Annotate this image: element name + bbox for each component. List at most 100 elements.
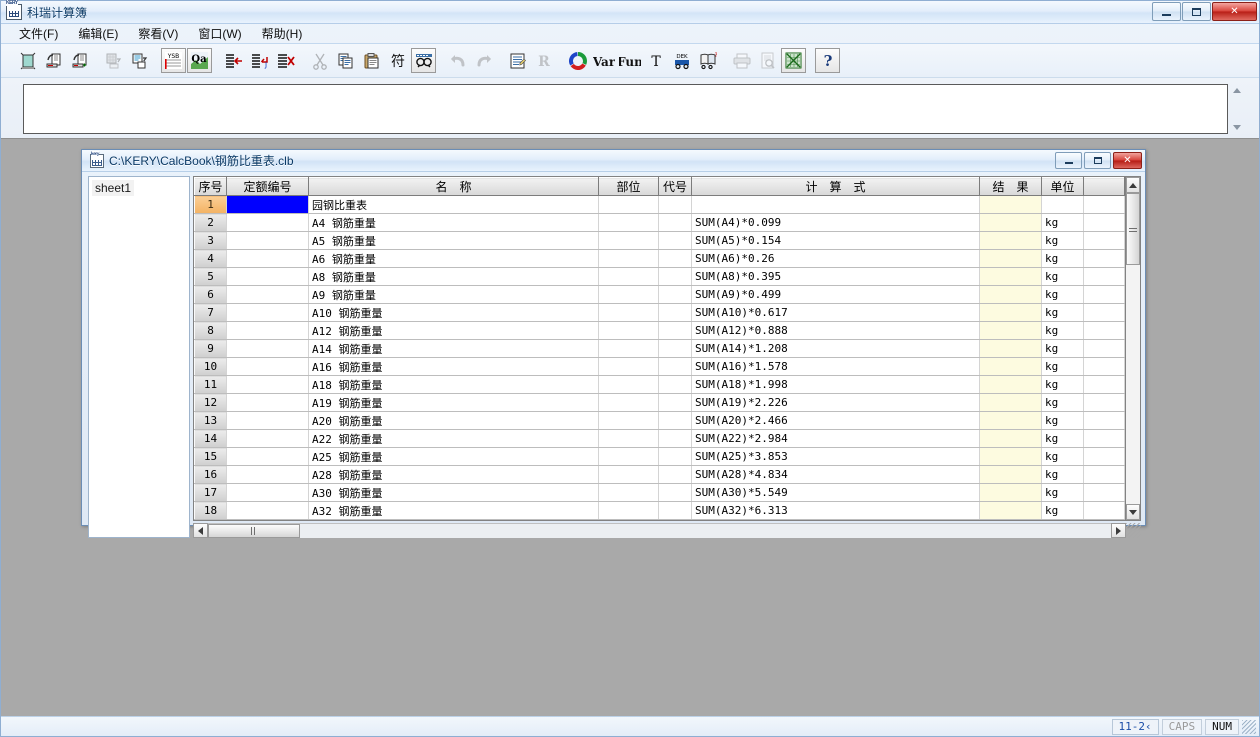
ysb-quota-button[interactable]: YSB <box>161 48 186 73</box>
table-row[interactable]: 1 园钢比重表 <box>194 195 1125 214</box>
maximize-button[interactable] <box>1182 2 1211 21</box>
scroll-down-button[interactable] <box>1126 504 1140 520</box>
cell-part[interactable] <box>598 285 659 304</box>
cell-name[interactable]: A4 钢筋重量 <box>308 213 599 232</box>
cell-code[interactable] <box>226 285 309 304</box>
cell-part[interactable] <box>598 339 659 358</box>
table-row[interactable]: 7 A10 钢筋重量 SUM(A10)*0.617 kg <box>194 303 1125 322</box>
cell-name[interactable]: A25 钢筋重量 <box>308 447 599 466</box>
cell-unit[interactable]: kg <box>1041 231 1084 250</box>
cell-calc[interactable] <box>691 195 980 214</box>
cell-part[interactable] <box>598 249 659 268</box>
cell-result[interactable] <box>979 501 1042 520</box>
cell-tail[interactable] <box>1083 465 1125 484</box>
cell-tag[interactable] <box>658 231 692 250</box>
cell-rownum[interactable]: 7 <box>194 303 227 322</box>
cell-unit[interactable]: kg <box>1041 501 1084 520</box>
cell-tag[interactable] <box>658 339 692 358</box>
cell-calc[interactable]: SUM(A25)*3.853 <box>691 447 980 466</box>
find-button[interactable] <box>411 48 436 73</box>
cell-unit[interactable]: kg <box>1041 249 1084 268</box>
cell-rownum[interactable]: 1 <box>194 195 227 214</box>
cell-name[interactable]: A32 钢筋重量 <box>308 501 599 520</box>
minimize-button[interactable] <box>1152 2 1181 21</box>
cell-code[interactable] <box>226 501 309 520</box>
table-row[interactable]: 17 A30 钢筋重量 SUM(A30)*5.549 kg <box>194 483 1125 502</box>
cell-unit[interactable]: kg <box>1041 285 1084 304</box>
qa-quota-button[interactable]: Qa <box>187 48 212 73</box>
cell-part[interactable] <box>598 303 659 322</box>
cell-tail[interactable] <box>1083 393 1125 412</box>
cell-rownum[interactable]: 2 <box>194 213 227 232</box>
cell-tag[interactable] <box>658 411 692 430</box>
cell-unit[interactable]: kg <box>1041 321 1084 340</box>
cell-calc[interactable]: SUM(A16)*1.578 <box>691 357 980 376</box>
help-book-button[interactable]: ? <box>695 48 720 73</box>
print-button[interactable] <box>729 48 754 73</box>
cell-result[interactable] <box>979 285 1042 304</box>
cell-rownum[interactable]: 8 <box>194 321 227 340</box>
cell-calc[interactable]: SUM(A30)*5.549 <box>691 483 980 502</box>
cell-name[interactable]: A30 钢筋重量 <box>308 483 599 502</box>
cell-result[interactable] <box>979 231 1042 250</box>
menu-help[interactable]: 帮助(H) <box>252 23 313 44</box>
cell-tail[interactable] <box>1083 501 1125 520</box>
resize-grip-icon[interactable] <box>1126 523 1141 538</box>
cell-result[interactable] <box>979 321 1042 340</box>
cell-unit[interactable]: kg <box>1041 339 1084 358</box>
hscroll-track[interactable] <box>208 523 1111 538</box>
color-wheel-button[interactable] <box>565 48 590 73</box>
cell-name[interactable]: A14 钢筋重量 <box>308 339 599 358</box>
sheet-item-sheet1[interactable]: sheet1 <box>92 180 135 196</box>
undo-button[interactable] <box>445 48 470 73</box>
cell-result[interactable] <box>979 447 1042 466</box>
cell-part[interactable] <box>598 429 659 448</box>
cell-code[interactable] <box>226 465 309 484</box>
cell-tag[interactable] <box>658 303 692 322</box>
paste-button[interactable] <box>359 48 384 73</box>
menu-window[interactable]: 窗口(W) <box>188 23 251 44</box>
cell-tag[interactable] <box>658 447 692 466</box>
header-name[interactable]: 名 称 <box>308 177 599 196</box>
open-document-button[interactable] <box>41 48 66 73</box>
formula-input[interactable] <box>23 84 1228 134</box>
cell-rownum[interactable]: 11 <box>194 375 227 394</box>
cell-result[interactable] <box>979 213 1042 232</box>
header-code[interactable]: 定额编号 <box>226 177 309 196</box>
new-document-button[interactable] <box>15 48 40 73</box>
table-row[interactable]: 2 A4 钢筋重量 SUM(A4)*0.099 kg <box>194 213 1125 232</box>
cell-unit[interactable]: kg <box>1041 429 1084 448</box>
cell-calc[interactable]: SUM(A4)*0.099 <box>691 213 980 232</box>
cell-rownum[interactable]: 4 <box>194 249 227 268</box>
cell-tag[interactable] <box>658 465 692 484</box>
cell-code[interactable] <box>226 411 309 430</box>
table-row[interactable]: 14 A22 钢筋重量 SUM(A22)*2.984 kg <box>194 429 1125 448</box>
cell-calc[interactable]: SUM(A8)*0.395 <box>691 267 980 286</box>
cell-tail[interactable] <box>1083 447 1125 466</box>
cell-part[interactable] <box>598 231 659 250</box>
cell-calc[interactable]: SUM(A9)*0.499 <box>691 285 980 304</box>
grid-horizontal-scrollbar[interactable] <box>193 523 1141 538</box>
table-row[interactable]: 4 A6 钢筋重量 SUM(A6)*0.26 kg <box>194 249 1125 268</box>
symbol-button[interactable]: 符 <box>385 48 410 73</box>
cell-unit[interactable]: kg <box>1041 375 1084 394</box>
cell-rownum[interactable]: 12 <box>194 393 227 412</box>
cell-code[interactable] <box>226 375 309 394</box>
cell-tail[interactable] <box>1083 357 1125 376</box>
document-close-button[interactable]: ✕ <box>1113 152 1142 169</box>
cell-code[interactable] <box>226 303 309 322</box>
cell-rownum[interactable]: 14 <box>194 429 227 448</box>
cell-tail[interactable] <box>1083 483 1125 502</box>
cell-tail[interactable] <box>1083 321 1125 340</box>
cell-part[interactable] <box>598 411 659 430</box>
cell-code[interactable] <box>226 483 309 502</box>
cell-tag[interactable] <box>658 213 692 232</box>
grid-vertical-scrollbar[interactable] <box>1125 176 1141 521</box>
cell-result[interactable] <box>979 411 1042 430</box>
cell-part[interactable] <box>598 375 659 394</box>
header-unit[interactable]: 单位 <box>1041 177 1084 196</box>
cell-code[interactable] <box>226 321 309 340</box>
cell-tail[interactable] <box>1083 303 1125 322</box>
cell-name[interactable]: A12 钢筋重量 <box>308 321 599 340</box>
cell-tail[interactable] <box>1083 285 1125 304</box>
